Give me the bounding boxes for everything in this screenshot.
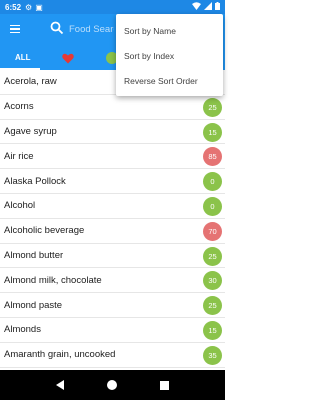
sort-menu: Sort by Name Sort by Index Reverse Sort … [116, 14, 223, 96]
food-row[interactable]: Almond milk, chocolate 30 [0, 268, 225, 294]
food-name: Almond paste [4, 299, 63, 311]
food-name: Amaranth grain, uncooked [4, 349, 116, 361]
gi-badge: 15 [203, 320, 222, 340]
gi-badge: 25 [203, 296, 222, 316]
notification-icon: ▣ [35, 2, 43, 12]
food-name: Alcoholic beverage [4, 225, 85, 237]
gi-badge: 15 [203, 122, 222, 142]
wifi-icon [192, 2, 201, 12]
food-row[interactable]: Amaranth grain, uncooked 35 [0, 343, 225, 368]
food-name: Acorns [4, 101, 34, 113]
food-name: Air rice [4, 150, 34, 162]
food-row[interactable]: Air rice 85 [0, 144, 225, 170]
battery-icon [215, 2, 220, 12]
food-name: Alaska Pollock [4, 175, 66, 187]
gi-badge: 0 [203, 196, 222, 216]
gi-badge: 25 [203, 97, 222, 117]
gi-badge: 30 [203, 271, 222, 291]
system-nav-bar [0, 370, 225, 400]
food-name: Acerola, raw [4, 76, 57, 88]
heart-icon[interactable] [62, 51, 74, 69]
food-name: Almonds [4, 324, 41, 336]
reverse-sort-item[interactable]: Reverse Sort Order [116, 68, 223, 93]
gi-badge: 35 [203, 345, 222, 365]
status-bar: 6:52 ⚙ ▣ [0, 0, 225, 14]
tab-all[interactable]: ALL [15, 53, 31, 62]
search-icon[interactable] [50, 21, 64, 35]
food-name: Almond milk, chocolate [4, 274, 102, 286]
menu-icon[interactable] [0, 14, 30, 44]
signal-icon [204, 2, 212, 12]
back-icon[interactable] [56, 380, 65, 390]
status-time: 6:52 [5, 2, 22, 12]
food-row[interactable]: Acorns 25 [0, 95, 225, 120]
food-row[interactable]: Alcohol 0 [0, 194, 225, 219]
food-name: Agave syrup [4, 125, 57, 137]
food-row[interactable]: Almond butter 25 [0, 244, 225, 269]
gi-badge: 85 [203, 147, 222, 167]
gi-badge: 25 [203, 246, 222, 266]
food-row[interactable]: Alcoholic beverage 70 [0, 219, 225, 244]
food-search-input[interactable] [69, 21, 114, 37]
settings-icon: ⚙ [25, 2, 33, 12]
food-list: Acerola, raw Acorns 25 Agave syrup 15 Ai… [0, 70, 225, 370]
food-row[interactable]: Almond paste 25 [0, 293, 225, 318]
sort-by-name-item[interactable]: Sort by Name [116, 18, 223, 43]
gi-badge: 0 [203, 172, 222, 192]
sort-by-index-item[interactable]: Sort by Index [116, 43, 223, 68]
food-row[interactable]: Almonds 15 [0, 318, 225, 343]
food-name: Almond butter [4, 249, 64, 261]
recent-apps-icon[interactable] [159, 380, 169, 390]
food-name: Alcohol [4, 200, 36, 212]
food-row[interactable]: Alaska Pollock 0 [0, 169, 225, 194]
home-icon[interactable] [106, 380, 117, 390]
food-row[interactable]: Agave syrup 15 [0, 120, 225, 145]
gi-badge: 70 [203, 221, 222, 241]
